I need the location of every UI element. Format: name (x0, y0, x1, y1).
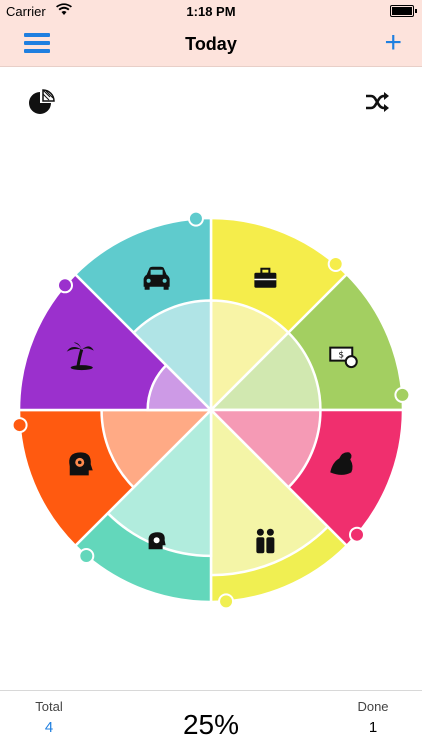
segment-resize-handle[interactable] (394, 386, 411, 403)
segment-resize-handle[interactable] (57, 277, 74, 294)
done-label: Done (357, 699, 389, 714)
done-count: 1 (368, 719, 378, 736)
battery-icon (390, 5, 417, 17)
clock: 1:18 PM (186, 4, 236, 19)
page-title: Today (185, 34, 237, 54)
navigation-bar: Today + (0, 22, 422, 67)
segment-resize-handle[interactable] (327, 256, 344, 273)
segment-resize-handle[interactable] (11, 417, 28, 434)
segment-resize-handle[interactable] (218, 593, 235, 610)
segment-resize-handle[interactable] (348, 526, 365, 543)
add-button[interactable]: + (384, 26, 402, 60)
segment-resize-handle[interactable] (78, 547, 95, 564)
footer-summary: Total 4 25% Done 1 (0, 690, 422, 751)
life-wheel: $ (11, 210, 411, 610)
status-bar: Carrier 1:18 PM (0, 0, 422, 22)
pie-chart-icon[interactable] (28, 88, 56, 116)
svg-text:$: $ (338, 351, 344, 361)
segment-resize-handle[interactable] (187, 210, 204, 227)
shuffle-icon[interactable] (364, 90, 390, 114)
